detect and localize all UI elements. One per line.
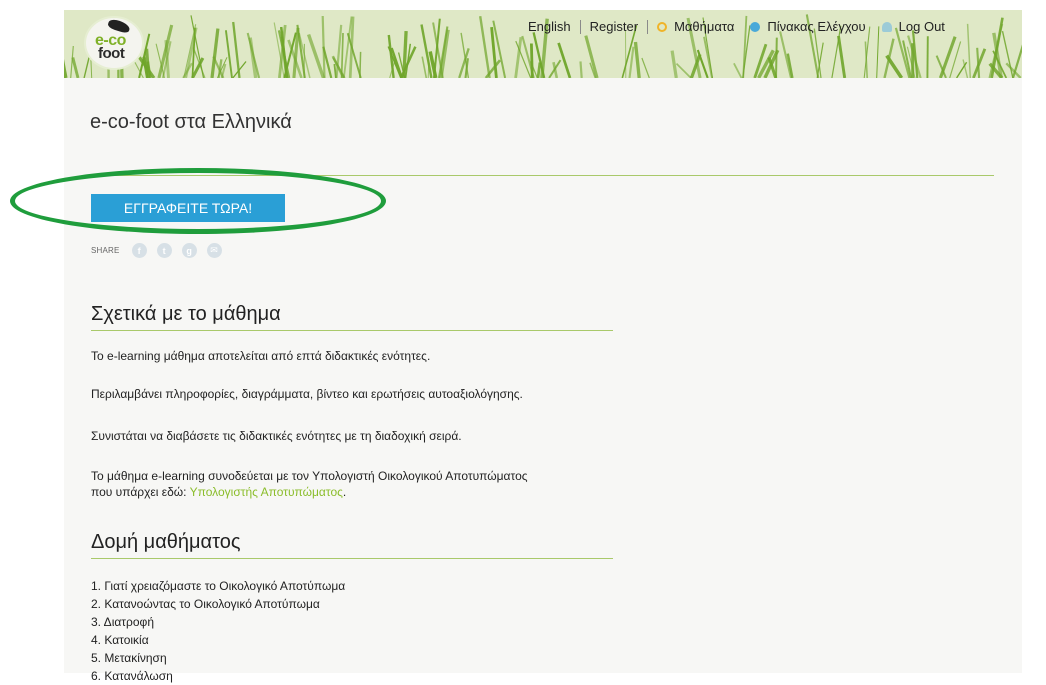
about-paragraph-4-suffix: . <box>342 485 347 499</box>
nav-logout[interactable]: Log Out <box>874 19 953 34</box>
dashboard-icon <box>750 21 761 32</box>
user-icon <box>881 21 892 32</box>
site-header: e-co foot English Register Μαθήματα Πίνα… <box>64 10 1022 78</box>
list-item: 3. Διατροφή <box>91 615 154 629</box>
about-heading: Σχετικά με το μάθημα <box>91 303 281 325</box>
share-bar: SHARE f t g ✉ <box>91 243 232 258</box>
structure-divider <box>91 558 613 559</box>
nav-register-label: Register <box>589 19 639 34</box>
nav-english-label: English <box>528 19 571 34</box>
nav-register[interactable]: Register <box>582 19 646 34</box>
list-item: 4. Κατοικία <box>91 633 149 647</box>
footprint-calculator-link[interactable]: Υπολογιστής Αποτυπώματος <box>190 485 343 499</box>
about-paragraph-4-line1: Το μάθημα e-learning συνοδεύεται με τον … <box>91 469 528 483</box>
structure-heading: Δομή μαθήματος <box>91 531 241 553</box>
list-item: 1. Γιατί χρειαζόμαστε το Οικολογικό Αποτ… <box>91 579 346 593</box>
about-divider <box>91 330 613 331</box>
about-paragraph-1: Το e-learning μάθημα αποτελείται από επτ… <box>91 349 431 363</box>
about-paragraph-2: Περιλαμβάνει πληροφορίες, διαγράμματα, β… <box>91 387 523 401</box>
course-structure-list: 1. Γιατί χρειαζόμαστε το Οικολογικό Αποτ… <box>91 577 345 685</box>
nav-dashboard[interactable]: Πίνακας Ελέγχου <box>742 19 873 34</box>
logo-text-bottom: foot <box>98 45 125 62</box>
nav-courses-label: Μαθήματα <box>674 19 735 34</box>
list-item: 2. Κατανοώντας το Οικολογικό Αποτύπωμα <box>91 597 320 611</box>
list-item: 6. Κατανάλωση <box>91 669 173 683</box>
nav-logout-label: Log Out <box>898 19 945 34</box>
course-title: e-co-foot στα Ελληνικά <box>90 111 292 133</box>
about-paragraph-4-line2: που υπάρχει εδώ: Υπολογιστής Αποτυπώματο… <box>91 484 528 500</box>
nav-divider <box>579 19 581 34</box>
list-item: 5. Μετακίνηση <box>91 651 167 665</box>
search-icon <box>657 21 668 32</box>
about-paragraph-3: Συνιστάται να διαβάσετε τις διδακτικές ε… <box>91 429 462 443</box>
site-logo[interactable]: e-co foot <box>86 17 142 68</box>
about-paragraph-4: Το μάθημα e-learning συνοδεύεται με τον … <box>91 468 528 500</box>
facebook-icon[interactable]: f <box>131 243 147 258</box>
share-label: SHARE <box>91 246 120 255</box>
googleplus-icon[interactable]: g <box>181 243 197 258</box>
page: e-co foot English Register Μαθήματα Πίνα… <box>64 10 1022 683</box>
top-navigation: English Register Μαθήματα Πίνακας Ελέγχο… <box>520 19 953 34</box>
twitter-icon[interactable]: t <box>156 243 172 258</box>
highlight-oval <box>10 168 386 234</box>
nav-courses[interactable]: Μαθήματα <box>649 19 742 34</box>
email-icon[interactable]: ✉ <box>206 243 222 258</box>
nav-english[interactable]: English <box>520 19 579 34</box>
nav-dashboard-label: Πίνακας Ελέγχου <box>767 19 866 34</box>
nav-divider <box>647 19 649 34</box>
about-paragraph-4-prefix: που υπάρχει εδώ: <box>91 485 190 499</box>
